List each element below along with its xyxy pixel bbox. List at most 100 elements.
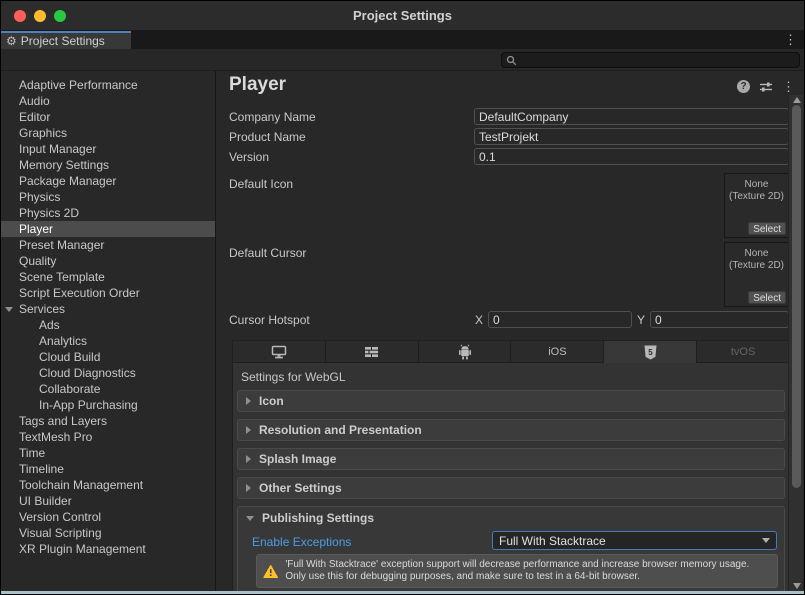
sidebar-item-in-app-purchasing[interactable]: In-App Purchasing: [1, 397, 215, 413]
presets-icon[interactable]: [759, 81, 773, 93]
sidebar-item-package-manager[interactable]: Package Manager: [1, 173, 215, 189]
product-name-label: Product Name: [229, 130, 306, 144]
window-title: Project Settings: [353, 8, 452, 23]
sidebar-item-input-manager[interactable]: Input Manager: [1, 141, 215, 157]
help-icon[interactable]: ?: [737, 80, 750, 93]
platform-tab-standalone[interactable]: [233, 341, 326, 363]
select-button[interactable]: Select: [748, 222, 786, 235]
window-bottom-edge: [1, 591, 804, 594]
sidebar-item-physics-2d[interactable]: Physics 2D: [1, 205, 215, 221]
monitor-icon: [271, 345, 287, 359]
sidebar-item-label: Preset Manager: [19, 238, 104, 252]
zoom-window-button[interactable]: [54, 10, 66, 22]
sidebar-item-timeline[interactable]: Timeline: [1, 461, 215, 477]
version-field[interactable]: [474, 148, 789, 165]
default-icon-object-field[interactable]: None (Texture 2D) Select: [724, 173, 789, 238]
scroll-up-icon[interactable]: [793, 97, 801, 103]
default-cursor-object-field[interactable]: None (Texture 2D) Select: [724, 242, 789, 307]
default-cursor-none-text: None (Texture 2D): [725, 248, 788, 272]
search-field[interactable]: [501, 52, 800, 68]
sidebar-item-preset-manager[interactable]: Preset Manager: [1, 237, 215, 253]
sidebar-item-cloud-build[interactable]: Cloud Build: [1, 349, 215, 365]
editor-tab-bar: ⚙ Project Settings ⋮: [1, 31, 804, 49]
publishing-settings-header[interactable]: Publishing Settings: [238, 507, 784, 529]
platform-tab-label: iOS: [548, 346, 566, 358]
sidebar-item-label: Package Manager: [19, 174, 116, 188]
product-name-field[interactable]: [474, 128, 789, 145]
sidebar-item-time[interactable]: Time: [1, 445, 215, 461]
hotspot-y-field[interactable]: [650, 311, 789, 328]
sidebar-item-version-control[interactable]: Version Control: [1, 509, 215, 525]
sidebar-item-xr-plugin-management[interactable]: XR Plugin Management: [1, 541, 215, 557]
sidebar-item-ui-builder[interactable]: UI Builder: [1, 493, 215, 509]
sidebar-item-label: Ads: [39, 318, 60, 332]
close-window-button[interactable]: [14, 10, 26, 22]
sidebar-item-label: TextMesh Pro: [19, 430, 92, 444]
select-button[interactable]: Select: [748, 291, 786, 304]
window-titlebar[interactable]: Project Settings: [1, 1, 804, 31]
platform-tab-tvos: tvOS: [697, 341, 789, 363]
sidebar-item-adaptive-performance[interactable]: Adaptive Performance: [1, 77, 215, 93]
foldout-expanded-icon[interactable]: [5, 307, 13, 312]
sidebar-item-visual-scripting[interactable]: Visual Scripting: [1, 525, 215, 541]
platform-tab-android[interactable]: [419, 341, 512, 363]
sidebar-item-editor[interactable]: Editor: [1, 109, 215, 125]
sidebar-item-label: Physics: [19, 190, 60, 204]
sidebar-item-analytics[interactable]: Analytics: [1, 333, 215, 349]
section-splash-image[interactable]: Splash Image: [237, 448, 785, 470]
section-other-settings[interactable]: Other Settings: [237, 477, 785, 499]
vertical-scrollbar[interactable]: [788, 95, 803, 591]
enable-exceptions-dropdown[interactable]: Full With Stacktrace: [492, 531, 777, 550]
sidebar-item-label: Scene Template: [19, 270, 105, 284]
section-label: Splash Image: [259, 452, 336, 466]
exception-warning-box: 'Full With Stacktrace' exception support…: [256, 554, 778, 588]
section-icon[interactable]: Icon: [237, 390, 785, 412]
minimize-window-button[interactable]: [34, 10, 46, 22]
sidebar-item-services[interactable]: Services: [1, 301, 215, 317]
tab-label: Project Settings: [21, 34, 105, 48]
sidebar-item-label: XR Plugin Management: [19, 542, 146, 556]
sidebar-item-tags-and-layers[interactable]: Tags and Layers: [1, 413, 215, 429]
section-label: Resolution and Presentation: [259, 423, 422, 437]
platform-tab-webgl[interactable]: 5: [604, 341, 697, 363]
settings-for-label: Settings for WebGL: [241, 370, 346, 384]
tab-project-settings[interactable]: ⚙ Project Settings: [1, 31, 131, 49]
platform-tab-dedicated-server[interactable]: [326, 341, 419, 363]
sidebar-item-memory-settings[interactable]: Memory Settings: [1, 157, 215, 173]
section-label: Icon: [259, 394, 284, 408]
sidebar-item-collaborate[interactable]: Collaborate: [1, 381, 215, 397]
sidebar-item-quality[interactable]: Quality: [1, 253, 215, 269]
panel-menu-icon[interactable]: ⋮: [782, 80, 795, 93]
tab-bar-menu-icon[interactable]: ⋮: [784, 33, 797, 46]
sidebar-item-label: Quality: [19, 254, 56, 268]
section-publishing-settings: Publishing Settings Enable Exceptions Fu…: [237, 506, 785, 595]
sidebar-item-cloud-diagnostics[interactable]: Cloud Diagnostics: [1, 365, 215, 381]
sidebar-item-player[interactable]: Player: [1, 221, 215, 237]
section-resolution-and-presentation[interactable]: Resolution and Presentation: [237, 419, 785, 441]
project-settings-window: Project Settings ⚙ Project Settings ⋮ Ad…: [0, 0, 805, 595]
sidebar-item-label: Adaptive Performance: [19, 78, 138, 92]
scrollbar-thumb[interactable]: [792, 105, 801, 488]
sidebar-item-toolchain-management[interactable]: Toolchain Management: [1, 477, 215, 493]
sidebar-item-textmesh-pro[interactable]: TextMesh Pro: [1, 429, 215, 445]
sidebar-item-graphics[interactable]: Graphics: [1, 125, 215, 141]
default-cursor-label: Default Cursor: [229, 246, 306, 260]
sidebar-list: Adaptive PerformanceAudioEditorGraphicsI…: [1, 77, 215, 557]
sidebar-item-scene-template[interactable]: Scene Template: [1, 269, 215, 285]
warning-icon: [263, 560, 278, 583]
sidebar-item-script-execution-order[interactable]: Script Execution Order: [1, 285, 215, 301]
sidebar-item-label: Timeline: [19, 462, 64, 476]
scroll-down-icon[interactable]: [793, 583, 801, 589]
sidebar-item-label: UI Builder: [19, 494, 72, 508]
hotspot-x-field[interactable]: [488, 311, 632, 328]
search-input[interactable]: [520, 54, 795, 66]
company-name-field[interactable]: [474, 108, 789, 125]
sidebar-item-ads[interactable]: Ads: [1, 317, 215, 333]
sidebar-item-audio[interactable]: Audio: [1, 93, 215, 109]
player-settings-panel: Player ? ⋮ Company Name Product Name Ver…: [217, 71, 803, 594]
sidebar-item-label: Script Execution Order: [19, 286, 140, 300]
traffic-lights: [14, 10, 66, 22]
sidebar-item-physics[interactable]: Physics: [1, 189, 215, 205]
platform-tab-ios[interactable]: iOS: [511, 341, 604, 363]
sidebar-item-label: Services: [19, 302, 65, 316]
